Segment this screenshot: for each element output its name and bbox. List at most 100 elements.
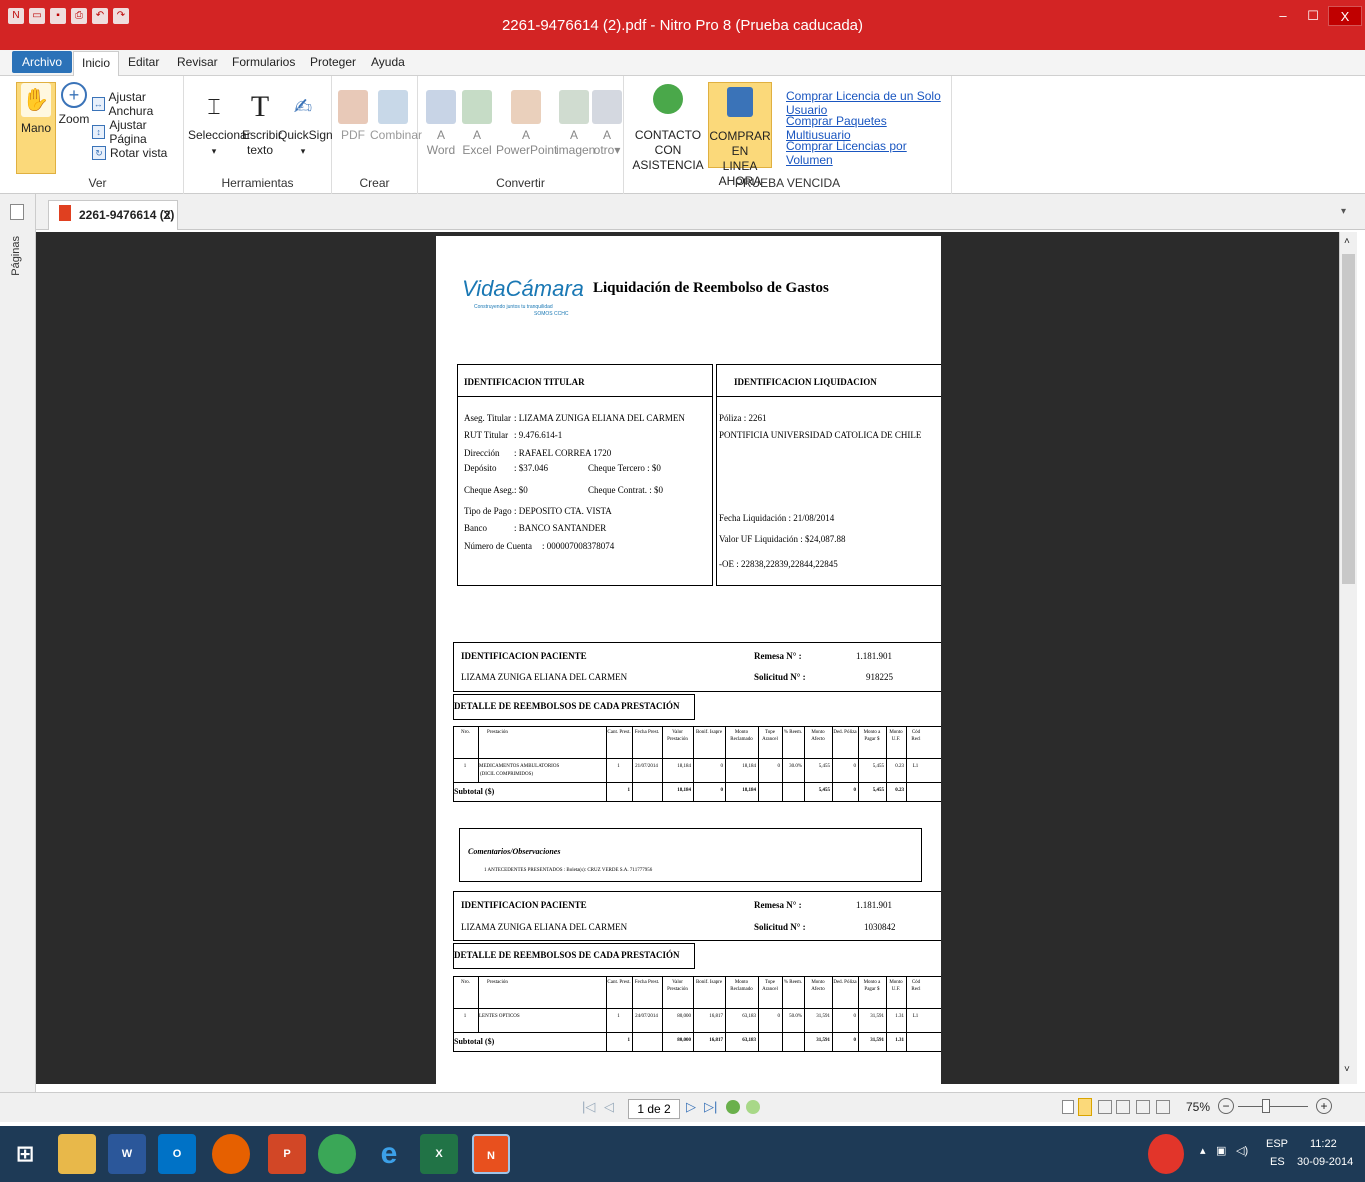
powerpoint-icon[interactable]: P <box>268 1134 306 1174</box>
scroll-down-icon[interactable]: ˅ <box>1344 1064 1350 1075</box>
rotar-vista-button[interactable]: ↻ Rotar vista <box>92 146 167 160</box>
network-icon[interactable]: ▣ <box>1216 1144 1226 1157</box>
link-multiusuario[interactable]: Comprar Paquetes Multiusuario <box>786 114 951 142</box>
quicksign-button[interactable]: ✍ QuickSign ▾ <box>278 90 333 159</box>
subtotal-cell: 0 <box>853 788 857 793</box>
clock-time[interactable]: 11:22 <box>1310 1138 1337 1150</box>
zoom-slider[interactable] <box>1238 1106 1308 1107</box>
lang-primary[interactable]: ESP <box>1266 1138 1288 1150</box>
internet-explorer-icon[interactable]: e <box>370 1134 408 1174</box>
a-label: A <box>521 128 530 142</box>
fullscreen-icon[interactable] <box>1156 1100 1170 1114</box>
link-volumen[interactable]: Comprar Licencias por Volumen <box>786 139 951 167</box>
clock-date[interactable]: 30-09-2014 <box>1297 1156 1353 1168</box>
table-cell: MEDICAMENTOS AMBULATORIOS <box>479 764 560 769</box>
fit-width-icon: ↔ <box>92 97 105 111</box>
ribbon: ✋ Mano + Zoom ↔ Ajustar Anchura ↕ Ajustar … <box>0 76 1365 194</box>
pdf-button[interactable]: PDF <box>338 90 368 143</box>
seleccionar-button[interactable]: ⌶ Seleccionar ▾ <box>188 90 251 159</box>
table-cell: 1 <box>617 764 620 769</box>
tab-revisar[interactable]: Revisar <box>177 55 218 69</box>
tab-inicio[interactable]: Inicio <box>73 51 120 77</box>
prev-page-icon[interactable]: ◁ <box>604 1099 614 1115</box>
column-header: Bonif. Isapre <box>695 980 723 985</box>
subtotal-cell: 63,183 <box>742 1038 756 1043</box>
ajustar-pagina-button[interactable]: ↕ Ajustar Página <box>92 118 183 146</box>
chrome-icon[interactable] <box>318 1134 356 1174</box>
table-cell: 1 <box>463 1014 467 1019</box>
pages-panel-icon[interactable] <box>10 204 24 220</box>
tray-app-icon[interactable] <box>1148 1134 1184 1174</box>
document-tab[interactable]: 2261-9476614 (2) X <box>48 200 178 230</box>
zoom-slider-thumb[interactable] <box>1262 1099 1270 1113</box>
paginas-panel-tab[interactable]: Páginas <box>10 236 22 276</box>
table-cell-sub: (DICIL COMPRIMIDOS) <box>480 772 534 777</box>
tab-list-dropdown-icon[interactable]: ▾ <box>1341 206 1346 217</box>
subtotal-cell: 16,817 <box>709 1038 723 1043</box>
ajustar-anchura-button[interactable]: ↔ Ajustar Anchura <box>92 90 183 118</box>
close-button[interactable]: X <box>1328 6 1362 26</box>
continuous-view-icon[interactable] <box>1078 1098 1092 1116</box>
last-page-icon[interactable]: ▷| <box>704 1099 717 1115</box>
subtotal-cell: 5,455 <box>818 788 830 793</box>
zoom-level[interactable]: 75% <box>1186 1100 1210 1114</box>
paciente-name-2: LIZAMA ZUNIGA ELIANA DEL CARMEN <box>461 922 628 932</box>
lang-secondary[interactable]: ES <box>1270 1156 1285 1168</box>
file-explorer-icon[interactable] <box>58 1134 96 1174</box>
zoom-button[interactable]: + Zoom <box>58 82 90 127</box>
tab-ayuda[interactable]: Ayuda <box>371 55 405 69</box>
column-header: Ded. Póliza <box>833 980 857 985</box>
minimize-button[interactable]: – <box>1268 6 1298 26</box>
tray-overflow-icon[interactable]: ▴ <box>1200 1144 1206 1157</box>
word-icon[interactable]: W <box>108 1134 146 1174</box>
first-page-icon[interactable]: |◁ <box>582 1099 595 1115</box>
next-page-icon[interactable]: ▷ <box>686 1099 696 1115</box>
label-direccion: Dirección <box>464 448 500 458</box>
asistencia-label: ASISTENCIA <box>632 158 704 172</box>
convert-powerpoint-button[interactable]: A PowerPoint <box>496 90 557 158</box>
subtotal-label: Subtotal ($) <box>454 1037 495 1046</box>
document-tab-bar <box>0 194 1365 230</box>
tab-formularios[interactable]: Formularios <box>232 55 295 69</box>
start-button[interactable]: ⊞ <box>6 1134 44 1174</box>
combinar-button[interactable]: Combinar <box>370 90 422 143</box>
nitro-taskbar-icon[interactable]: N <box>472 1134 510 1174</box>
convert-other-button[interactable]: Aotro▾ <box>592 90 622 158</box>
zoom-out-icon[interactable]: − <box>1218 1098 1234 1114</box>
escribir-texto-button[interactable]: T Escribir texto <box>242 90 282 158</box>
column-header: Monto Reclamado <box>730 730 753 742</box>
label-banco: Banco <box>464 523 487 533</box>
convert-excel-button[interactable]: A Excel <box>460 90 494 158</box>
forward-icon[interactable] <box>746 1100 760 1114</box>
tab-archivo[interactable]: Archivo <box>12 51 73 73</box>
table-divider <box>453 782 941 783</box>
page-number-input[interactable] <box>628 1099 680 1119</box>
outlook-icon[interactable]: O <box>158 1134 196 1174</box>
link-solo-usuario[interactable]: Comprar Licencia de un Solo Usuario <box>786 89 951 117</box>
tab-proteger[interactable]: Proteger <box>310 55 356 69</box>
continuous-facing-icon[interactable] <box>1116 1100 1130 1114</box>
volume-icon[interactable]: ◁) <box>1236 1144 1248 1157</box>
side-panel <box>0 194 36 1092</box>
mano-button[interactable]: ✋ Mano <box>16 82 56 174</box>
table-cell: 1 <box>463 764 467 769</box>
subtotal-cell: 18,184 <box>742 788 756 793</box>
back-icon[interactable] <box>726 1100 740 1114</box>
facing-view-icon[interactable] <box>1098 1100 1112 1114</box>
close-tab-icon[interactable]: X <box>163 208 171 222</box>
scroll-thumb[interactable] <box>1342 254 1355 584</box>
comprar-en-linea-button[interactable]: COMPRAR EN LINEA AHORA <box>708 82 772 188</box>
tab-editar[interactable]: Editar <box>128 55 159 69</box>
convert-image-button[interactable]: Aimagen <box>556 90 595 158</box>
cover-view-icon[interactable] <box>1136 1100 1150 1114</box>
table-cell: 80,000 <box>677 1014 691 1019</box>
single-page-view-icon[interactable] <box>1062 1100 1074 1114</box>
vertical-scrollbar[interactable]: ˄ ˅ <box>1339 232 1357 1084</box>
excel-icon[interactable]: X <box>420 1134 458 1174</box>
contacto-asistencia-button[interactable]: CONTACTO CON ASISTENCIA <box>628 84 708 173</box>
firefox-icon[interactable] <box>212 1134 250 1174</box>
scroll-up-icon[interactable]: ˄ <box>1344 236 1350 247</box>
maximize-button[interactable]: ☐ <box>1298 6 1328 26</box>
convert-word-button[interactable]: A Word <box>424 90 458 158</box>
zoom-in-icon[interactable]: + <box>1316 1098 1332 1114</box>
